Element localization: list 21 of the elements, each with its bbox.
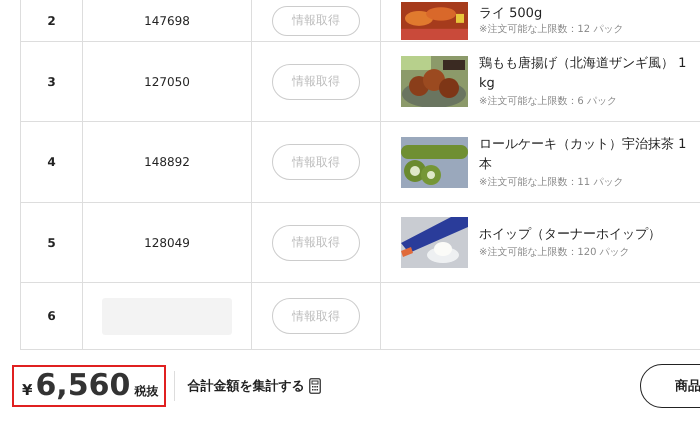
row-number: 6: [47, 309, 56, 323]
product-name: ロールケーキ（カット）宇治抹茶 1 本: [479, 136, 688, 174]
product-name: ホイップ（ターナーホイップ）: [479, 226, 662, 244]
product-button[interactable]: 商品: [640, 364, 700, 408]
row-number: 5: [47, 236, 56, 250]
order-limit: ※注文可能な上限数：12 パック: [479, 22, 624, 36]
total-price: ¥6,560 税抜: [12, 365, 166, 407]
order-limit: ※注文可能な上限数：120 パック: [479, 246, 631, 260]
row-number: 4: [47, 155, 56, 169]
product-name: ライ 500g: [479, 4, 544, 22]
product-code: 147698: [144, 14, 190, 28]
order-limit: ※注文可能な上限数：11 パック: [479, 176, 624, 190]
aggregate-total-link[interactable]: 合計金額を集計する: [187, 377, 304, 395]
calculator-icon: [309, 378, 322, 394]
product-name: 鶏もも唐揚げ（北海道ザンギ風） 1 kg: [479, 55, 688, 93]
row-number: 2: [47, 14, 56, 28]
product-code: 127050: [144, 74, 190, 88]
product-code: 148892: [144, 155, 190, 169]
order-limit: ※注文可能な上限数：6 パック: [479, 94, 618, 109]
product-code: 128049: [144, 236, 190, 250]
row-number: 3: [47, 74, 56, 88]
